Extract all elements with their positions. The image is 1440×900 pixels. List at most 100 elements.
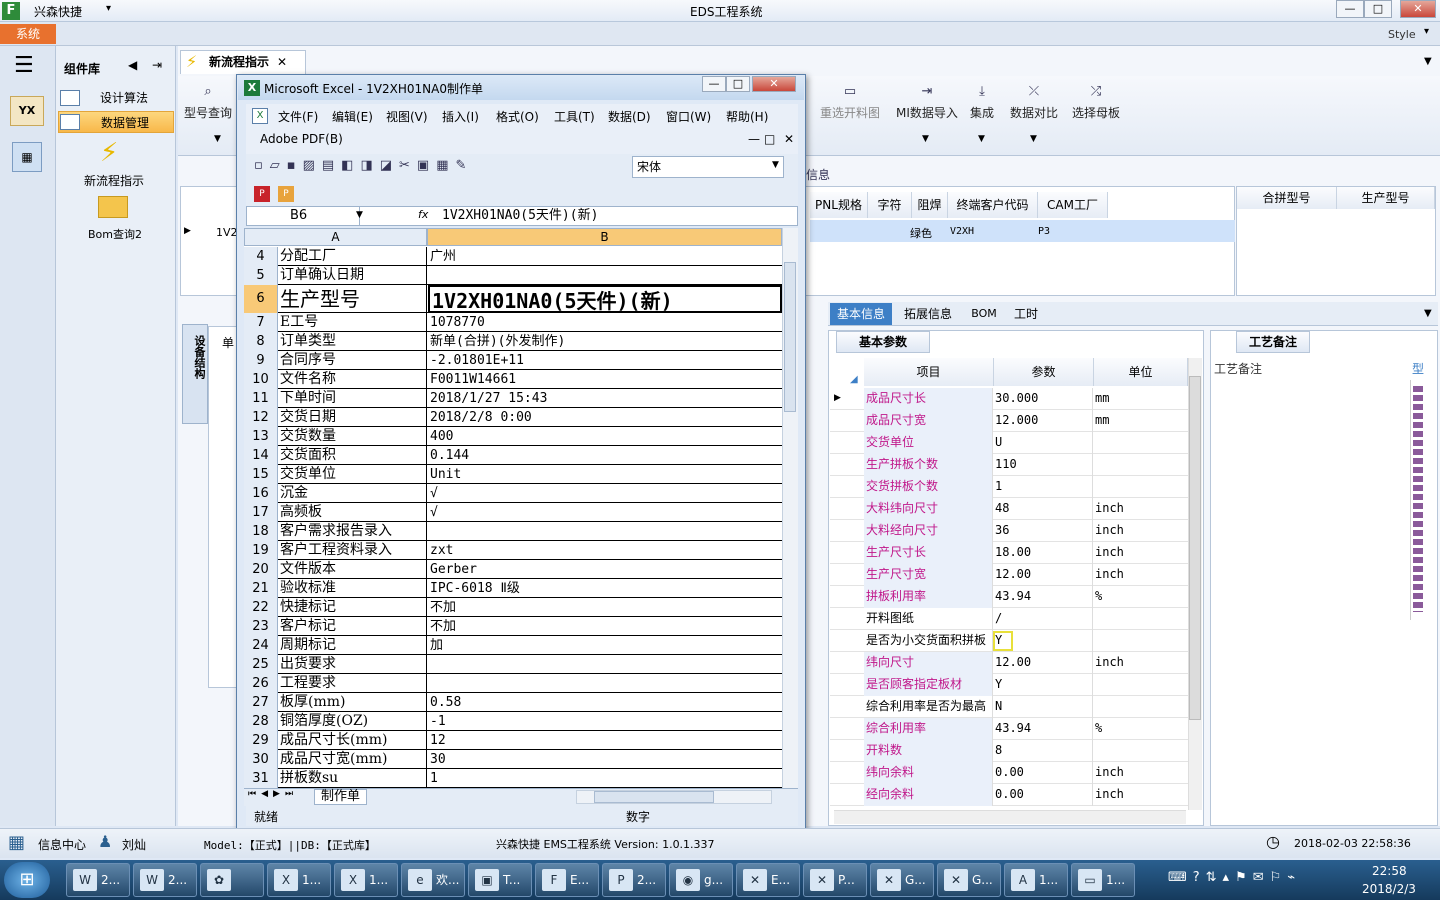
taskbar-button[interactable]: P 2...: [602, 863, 666, 897]
cell-b[interactable]: 广州: [428, 247, 782, 266]
pdf-icon[interactable]: P: [254, 186, 270, 202]
param-value[interactable]: 43.94: [992, 718, 1092, 740]
cell-a[interactable]: 板厚(mm): [279, 693, 427, 712]
row-number[interactable]: 15: [244, 465, 278, 484]
taskbar-button[interactable]: ✕ E...: [736, 863, 800, 897]
cell-b[interactable]: -2.01801E+11: [428, 351, 782, 370]
table-row[interactable]: 16 沉金 √: [244, 484, 782, 503]
row-number[interactable]: 4: [244, 247, 278, 266]
row-number[interactable]: 31: [244, 769, 278, 788]
table-row[interactable]: 26 工程要求: [244, 674, 782, 693]
cell-b[interactable]: 新单(合拼)(外发制作): [428, 332, 782, 351]
row-number[interactable]: 21: [244, 579, 278, 598]
taskbar-button[interactable]: W 2...: [66, 863, 130, 897]
param-value[interactable]: 48: [992, 498, 1092, 520]
row-number[interactable]: 12: [244, 408, 278, 427]
pin-icon[interactable]: ⇥: [152, 58, 162, 72]
nav-tile-new-flow[interactable]: 新流程指示: [84, 172, 144, 189]
cell-a[interactable]: 生产型号: [279, 285, 427, 313]
table-row[interactable]: 31 拼板数su 1: [244, 769, 782, 788]
menu-adobe-pdf[interactable]: Adobe PDF(B): [260, 132, 343, 146]
param-value[interactable]: N: [992, 696, 1092, 718]
taskbar-button[interactable]: ✕ P...: [803, 863, 867, 897]
menu-view[interactable]: 视图(V): [386, 108, 428, 125]
param-value[interactable]: 0.00: [992, 762, 1092, 784]
table-row[interactable]: 是否为小交货面积拼板 Y: [830, 630, 1188, 652]
tab-new-flow[interactable]: 新流程指示 ✕: [180, 50, 306, 74]
row-number[interactable]: 18: [244, 522, 278, 541]
row-number[interactable]: 17: [244, 503, 278, 522]
table-row[interactable]: 生产拼板个数 110: [830, 454, 1188, 476]
table-row[interactable]: 18 客户需求报告录入: [244, 522, 782, 541]
col-header-a[interactable]: A: [244, 228, 427, 246]
grid-header[interactable]: 终端客户代码: [948, 192, 1038, 218]
cell-b[interactable]: 加: [428, 636, 782, 655]
table-row[interactable]: 24 周期标记加: [244, 636, 782, 655]
compare-button[interactable]: ⤫ 数据对比: [1010, 84, 1058, 121]
chevron-down-icon[interactable]: ▼: [1424, 56, 1432, 67]
table-row[interactable]: 7 E工号 1078770: [244, 313, 782, 332]
excel-minimize-button[interactable]: —: [702, 76, 726, 92]
row-number[interactable]: 26: [244, 674, 278, 693]
row-number[interactable]: 8: [244, 332, 278, 351]
lightning-icon[interactable]: ⚡: [100, 138, 118, 168]
table-row[interactable]: 成品尺寸宽 12.000 mm: [830, 410, 1188, 432]
cell-a[interactable]: 周期标记: [279, 636, 427, 655]
tab-basic-params[interactable]: 基本参数: [836, 331, 930, 353]
grid-header[interactable]: PNL规格: [810, 192, 868, 218]
param-value[interactable]: 1: [992, 476, 1092, 498]
row-number[interactable]: 9: [244, 351, 278, 370]
fx-icon[interactable]: fx: [418, 208, 428, 221]
cell-b[interactable]: [428, 266, 782, 285]
taskbar-button[interactable]: ▭ 1...: [1071, 863, 1135, 897]
select-mother-board-button[interactable]: ⤮ 选择母板: [1072, 84, 1120, 121]
cell-a[interactable]: 交货单位: [279, 465, 427, 484]
row-number[interactable]: 20: [244, 560, 278, 579]
cell-a[interactable]: 工程要求: [279, 674, 427, 693]
cell-b[interactable]: 0.144: [428, 446, 782, 465]
sheet-nav-icons[interactable]: ⏮◀▶⏭: [248, 789, 298, 799]
cell-a[interactable]: 铜箔厚度(OZ): [279, 712, 427, 731]
table-row[interactable]: 27 板厚(mm) 0.58: [244, 693, 782, 712]
table-row[interactable]: 22 快捷标记 不加: [244, 598, 782, 617]
cell-a[interactable]: 文件版本: [279, 560, 427, 579]
cell-b[interactable]: 1V2XH01NA0(5天件)(新): [428, 285, 782, 313]
table-row[interactable]: 28 铜箔厚度(OZ) -1: [244, 712, 782, 731]
menu-insert[interactable]: 插入(I): [442, 108, 479, 125]
row-number[interactable]: 10: [244, 370, 278, 389]
left-panel-tab[interactable]: 单: [222, 334, 234, 351]
param-value[interactable]: 110: [992, 454, 1092, 476]
table-row[interactable]: 17 高频板 √: [244, 503, 782, 522]
table-row[interactable]: 生产尺寸宽 12.00 inch: [830, 564, 1188, 586]
formula-input[interactable]: 1V2XH01NA0(5天件)(新): [442, 207, 598, 225]
menu-file[interactable]: 文件(F): [278, 108, 318, 125]
cell-a[interactable]: 出货要求: [279, 655, 427, 674]
cell-b[interactable]: 30: [428, 750, 782, 769]
table-row[interactable]: 4 分配工厂 广州: [244, 247, 782, 266]
tab-bom[interactable]: BOM: [964, 303, 1004, 325]
taskbar-button[interactable]: X 1...: [267, 863, 331, 897]
model-query-button[interactable]: ⌕ 型号查询: [184, 84, 232, 121]
cell-b[interactable]: Gerber: [428, 560, 782, 579]
taskbar-button[interactable]: X 1...: [334, 863, 398, 897]
tab-extended-info[interactable]: 拓展信息: [896, 303, 960, 325]
mi-import-button[interactable]: ⇥ MI数据导入: [896, 84, 958, 121]
cell-b[interactable]: F0011W14661: [428, 370, 782, 389]
cell-a[interactable]: 交货日期: [279, 408, 427, 427]
cell-a[interactable]: 客户需求报告录入: [279, 522, 427, 541]
name-box[interactable]: B6: [246, 207, 360, 225]
params-header-item[interactable]: 项目: [864, 358, 994, 386]
menu-edit[interactable]: 编辑(E): [332, 108, 373, 125]
menu-data[interactable]: 数据(D): [608, 108, 651, 125]
sheet-tab[interactable]: 制作单: [314, 789, 368, 805]
dropdown-icon[interactable]: ▾: [106, 3, 111, 14]
table-row[interactable]: 5 订单确认日期: [244, 266, 782, 285]
grid-header[interactable]: 生产型号: [1337, 187, 1435, 209]
row-number[interactable]: 27: [244, 693, 278, 712]
row-number[interactable]: 13: [244, 427, 278, 446]
scroll-thumb[interactable]: [594, 791, 714, 803]
grid-header[interactable]: 字符: [868, 192, 912, 218]
row-number[interactable]: 24: [244, 636, 278, 655]
cell-b[interactable]: 1078770: [428, 313, 782, 332]
chevron-down-icon[interactable]: ▼: [356, 210, 363, 220]
